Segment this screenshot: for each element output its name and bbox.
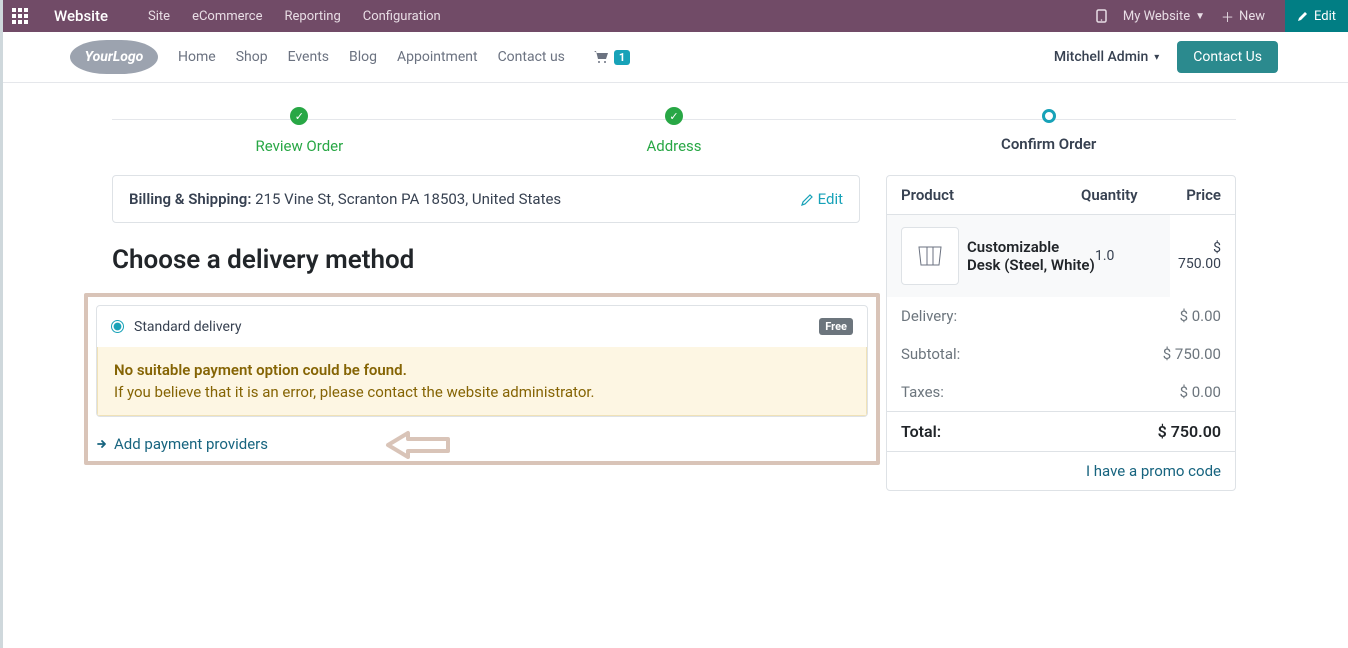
col-quantity: Quantity (1081, 186, 1156, 204)
current-step-icon (1042, 109, 1056, 123)
topbar: Website Site eCommerce Reporting Configu… (0, 0, 1348, 32)
nav-events[interactable]: Events (288, 49, 329, 65)
menu-configuration[interactable]: Configuration (363, 9, 441, 24)
product-price: $ 750.00 (1170, 215, 1235, 297)
nav-shop[interactable]: Shop (236, 49, 268, 65)
edit-address-link[interactable]: Edit (801, 190, 843, 208)
plus-icon: ＋ (1221, 7, 1234, 26)
delivery-heading: Choose a delivery method (112, 245, 860, 275)
billing-shipping-box: Billing & Shipping: 215 Vine St, Scranto… (112, 175, 860, 223)
warning-title: No suitable payment option could be foun… (114, 361, 850, 379)
summary-item: Customizable Desk (Steel, White) 1.0 $ 7… (887, 215, 1235, 297)
add-payment-providers-link[interactable]: Add payment providers (96, 435, 868, 453)
nav-home[interactable]: Home (178, 49, 216, 65)
edit-button[interactable]: Edit (1285, 0, 1348, 32)
cart-icon (593, 50, 609, 64)
window-scrollbar-edge (0, 0, 3, 648)
product-thumbnail (901, 227, 959, 285)
col-price: Price (1156, 186, 1221, 204)
website-selector[interactable]: My Website ▼ (1123, 9, 1205, 24)
cart-button[interactable]: 1 (593, 50, 630, 65)
promo-code-link[interactable]: I have a promo code (887, 451, 1235, 490)
free-badge: Free (819, 318, 853, 335)
step-review-order[interactable]: ✓ Review Order (112, 107, 487, 155)
order-summary: Product Quantity Price Customizable Desk… (886, 175, 1236, 491)
apps-icon[interactable] (12, 8, 28, 24)
warning-text: If you believe that it is an error, plea… (114, 383, 850, 401)
billing-address: 215 Vine St, Scranton PA 18503, United S… (255, 190, 561, 208)
summary-row-total: Total: $ 750.00 (887, 411, 1235, 451)
billing-label: Billing & Shipping: (129, 190, 251, 208)
menu-ecommerce[interactable]: eCommerce (192, 9, 262, 24)
nav-contact[interactable]: Contact us (498, 49, 565, 65)
delivery-option-standard[interactable]: Standard delivery Free (97, 306, 867, 347)
site-header: YourLogo Home Shop Events Blog Appointme… (0, 32, 1348, 83)
check-icon: ✓ (290, 107, 308, 125)
annotation-highlight: Standard delivery Free No suitable payme… (84, 293, 880, 465)
delivery-option-label: Standard delivery (134, 319, 241, 335)
menu-site[interactable]: Site (148, 9, 170, 24)
user-menu[interactable]: Mitchell Admin ▾ (1054, 49, 1159, 65)
mobile-preview-icon[interactable] (1096, 9, 1107, 23)
cart-count-badge: 1 (614, 50, 630, 65)
nav-links: Home Shop Events Blog Appointment Contac… (178, 49, 565, 65)
caret-down-icon: ▾ (1154, 52, 1159, 63)
summary-row-subtotal: Subtotal: $ 750.00 (887, 335, 1235, 373)
nav-appointment[interactable]: Appointment (397, 49, 478, 65)
payment-warning: No suitable payment option could be foun… (97, 347, 867, 416)
app-title[interactable]: Website (54, 7, 108, 25)
caret-down-icon: ▼ (1195, 11, 1205, 22)
col-product: Product (901, 186, 1081, 204)
product-name: Customizable Desk (Steel, White) (967, 238, 1095, 274)
product-qty: 1.0 (1095, 248, 1170, 264)
arrow-right-icon (96, 438, 108, 450)
step-address[interactable]: ✓ Address (487, 107, 862, 155)
topbar-menu: Site eCommerce Reporting Configuration (148, 9, 441, 24)
new-button[interactable]: ＋ New (1221, 7, 1265, 26)
pencil-icon (801, 193, 814, 206)
delivery-radio[interactable] (111, 320, 124, 333)
summary-row-taxes: Taxes: $ 0.00 (887, 373, 1235, 411)
menu-reporting[interactable]: Reporting (285, 9, 341, 24)
summary-row-delivery: Delivery: $ 0.00 (887, 297, 1235, 335)
nav-blog[interactable]: Blog (349, 49, 377, 65)
annotation-arrow-icon (378, 425, 453, 469)
checkout-stepper: ✓ Review Order ✓ Address Confirm Order (112, 107, 1236, 155)
delivery-box: Standard delivery Free No suitable payme… (96, 305, 868, 417)
step-confirm-order[interactable]: Confirm Order (861, 109, 1236, 153)
check-icon: ✓ (665, 107, 683, 125)
contact-us-button[interactable]: Contact Us (1177, 41, 1278, 73)
site-logo[interactable]: YourLogo (70, 40, 158, 74)
